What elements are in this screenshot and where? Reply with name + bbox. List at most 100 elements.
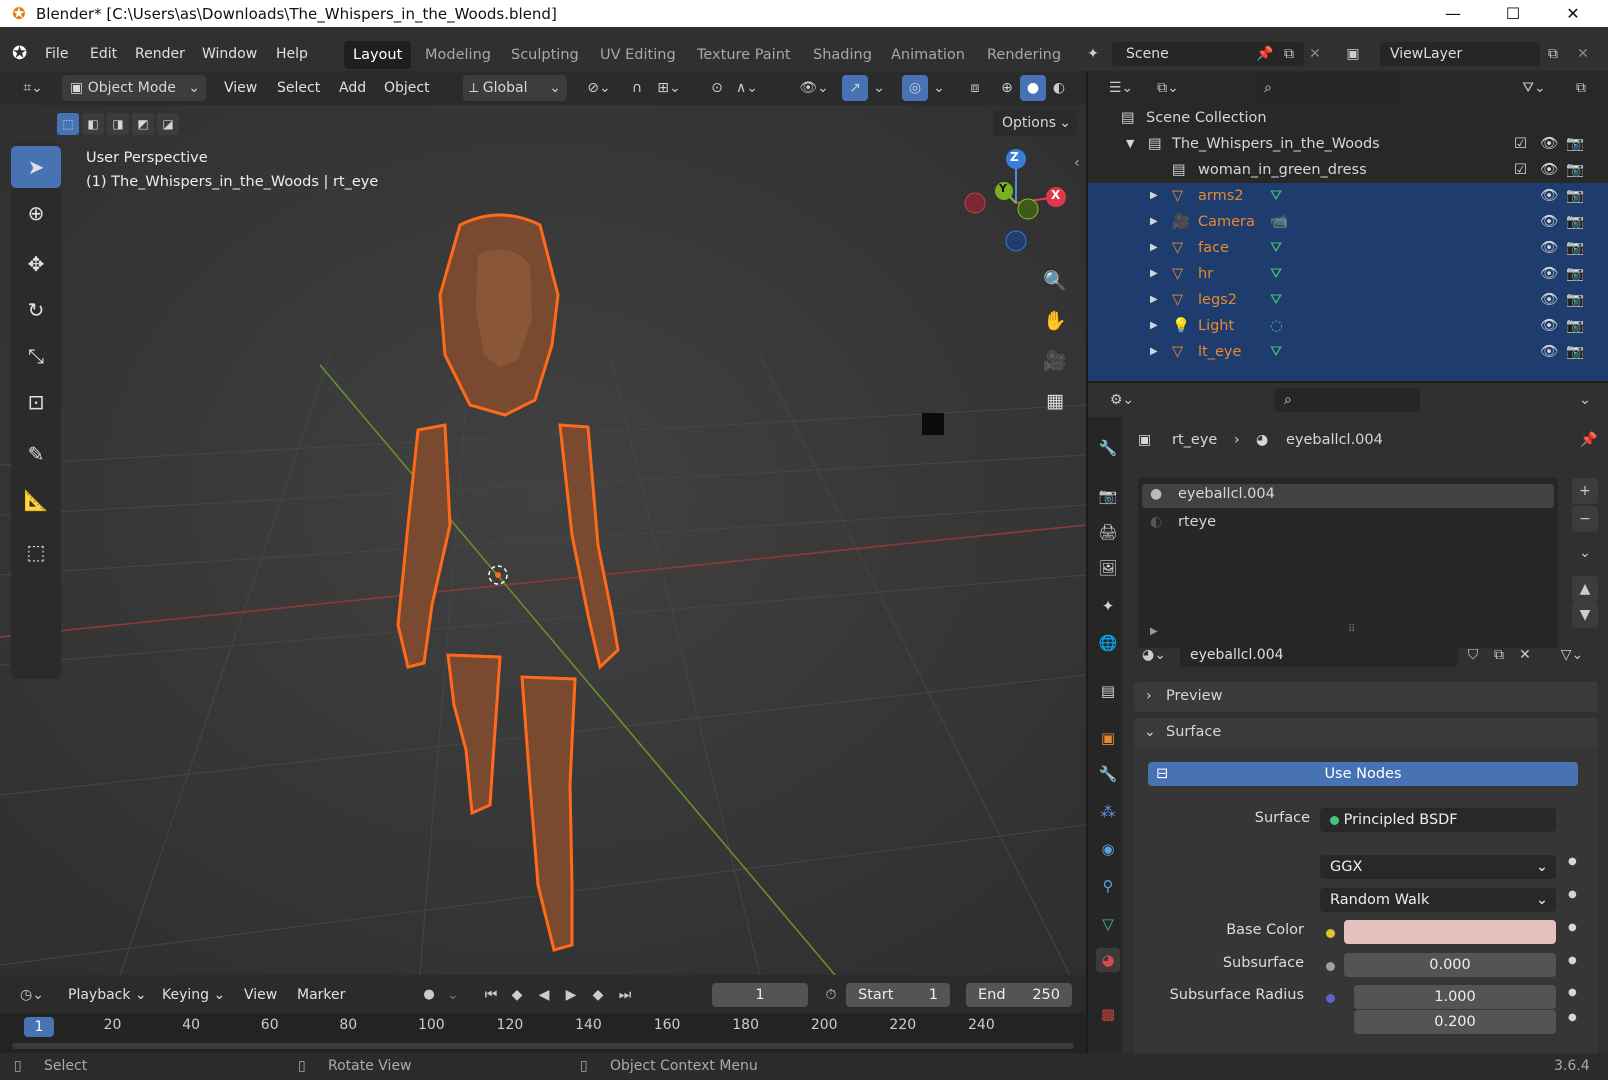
expand-down-icon[interactable]: ▼ — [1126, 131, 1134, 157]
new-collection-icon[interactable]: ⧉ — [1568, 75, 1594, 101]
tab-shading[interactable]: Shading — [804, 41, 881, 69]
close-icon[interactable]: ✕ — [1543, 0, 1603, 27]
overlay-dropdown-icon[interactable]: ⌄ — [926, 75, 952, 101]
eye-icon[interactable]: 👁 — [1540, 235, 1558, 261]
view-layer-icon[interactable]: ▣ — [1340, 41, 1366, 67]
pivot-icon[interactable]: ⊘⌄ — [580, 75, 618, 101]
select-extend-icon[interactable]: ◧ — [82, 113, 104, 135]
properties-search-input[interactable]: ⌕ — [1274, 388, 1420, 412]
sub-collection-row[interactable]: ▤ woman_in_green_dress ☑ 👁 📷 — [1088, 157, 1608, 183]
play-icon[interactable]: ▶ — [558, 982, 584, 1008]
camera-render-icon[interactable]: 📷 — [1566, 235, 1584, 261]
jump-start-icon[interactable]: ⏮ — [478, 982, 504, 1008]
properties-editor-icon[interactable]: ⚙⌄ — [1102, 387, 1142, 413]
outliner-object-row[interactable]: ▶ ▽ arms2 ⛛ 👁 📷 — [1088, 183, 1608, 209]
view-layer-field[interactable]: ViewLayer — [1380, 42, 1540, 66]
material-shading-icon[interactable]: ◐ — [1046, 75, 1072, 101]
keyframe-dot-icon[interactable]: ● — [1568, 889, 1577, 900]
vector-socket-icon[interactable] — [1326, 994, 1335, 1003]
gizmo-toggle-icon[interactable]: ↗ — [842, 75, 868, 101]
expand-right-icon[interactable]: ▶ — [1150, 209, 1158, 235]
view-layer-tab-icon[interactable]: 🖼 — [1096, 556, 1120, 580]
use-nodes-button[interactable]: ⊟ Use Nodes — [1148, 762, 1578, 786]
pin-icon[interactable]: 📌 — [1580, 432, 1597, 448]
material-name-field[interactable]: eyeballcl.004 — [1180, 643, 1458, 667]
solid-shading-icon[interactable]: ● — [1020, 75, 1046, 101]
surface-panel-header[interactable]: ⌄ Surface — [1134, 718, 1598, 748]
snap-target-icon[interactable]: ⊞⌄ — [652, 75, 686, 101]
browse-material-icon[interactable]: ◕⌄ — [1134, 642, 1174, 668]
menu-window[interactable]: Window — [202, 37, 257, 71]
render-tab-icon[interactable]: 📷 — [1096, 484, 1120, 508]
rotate-tool-icon[interactable]: ↻ — [11, 289, 61, 331]
menu-marker[interactable]: Marker — [297, 982, 345, 1008]
tab-uv-editing[interactable]: UV Editing — [591, 41, 685, 69]
object-tab-icon[interactable]: ▣ — [1096, 726, 1120, 750]
keyframe-dot-icon[interactable]: ● — [1568, 1012, 1577, 1023]
scene-icon[interactable]: ✦ — [1080, 41, 1106, 67]
modifier-tab-icon[interactable]: 🔧 — [1096, 762, 1120, 786]
menu-help[interactable]: Help — [276, 37, 308, 71]
pin-icon[interactable]: 📌 — [1252, 41, 1278, 67]
blender-menu-icon[interactable]: ✪ — [12, 37, 27, 71]
menu-file[interactable]: File — [45, 37, 68, 71]
select-new-icon[interactable]: ⬚ — [57, 113, 79, 135]
slot-label-1[interactable]: rteye — [1178, 514, 1216, 530]
transform-tool-icon[interactable]: ⊡ — [11, 381, 61, 423]
scene-collection-row[interactable]: ▤ Scene Collection — [1088, 105, 1608, 131]
resize-handle-icon[interactable]: ⠿ — [1348, 624, 1355, 635]
outliner-object-row[interactable]: ▶ ▽ legs2 ⛛ 👁 📷 — [1088, 287, 1608, 313]
eye-icon[interactable]: 👁 — [1540, 261, 1558, 287]
start-frame-field[interactable]: Start 1 — [846, 983, 950, 1007]
timeline-scrollbar[interactable] — [12, 1043, 1074, 1049]
scale-tool-icon[interactable]: ⤡ — [11, 335, 61, 377]
select-box-tool-icon[interactable]: ➤ — [11, 146, 61, 188]
material-tab-icon[interactable]: ◕ — [1096, 948, 1120, 972]
camera-render-icon[interactable]: 📷 — [1566, 261, 1584, 287]
eye-icon[interactable]: 👁 — [1540, 287, 1558, 313]
object-mode-dropdown[interactable]: ▣ Object Mode ⌄ — [62, 75, 206, 101]
expand-right-icon[interactable]: ▶ — [1150, 261, 1158, 287]
gizmo-x-label[interactable]: X — [1051, 188, 1060, 202]
pan-hand-icon[interactable]: ✋ — [1037, 303, 1073, 339]
particles-tab-icon[interactable]: ⁂ — [1096, 800, 1120, 824]
tab-animation[interactable]: Animation — [882, 41, 974, 69]
camera-render-icon[interactable]: 📷 — [1566, 157, 1584, 183]
current-frame-field[interactable]: 1 — [712, 983, 808, 1007]
subsurface-method-dropdown[interactable]: Random Walk ⌄ — [1320, 888, 1556, 912]
eye-icon[interactable]: 👁 — [1540, 209, 1558, 235]
constraints-tab-icon[interactable]: ⚲ — [1096, 874, 1120, 898]
record-icon[interactable]: ● — [416, 982, 442, 1008]
expand-right-icon[interactable]: ▶ — [1150, 183, 1158, 209]
add-slot-icon[interactable]: + — [1572, 478, 1598, 504]
move-up-icon[interactable]: ▲ — [1572, 576, 1598, 602]
color-socket-icon[interactable] — [1326, 929, 1335, 938]
camera-render-icon[interactable]: 📷 — [1566, 183, 1584, 209]
outliner-object-row[interactable]: ▶ 💡 Light ◌ 👁 📷 — [1088, 313, 1608, 339]
eye-icon[interactable]: 👁 — [1540, 131, 1558, 157]
visibility-icon[interactable]: 👁⌄ — [794, 75, 834, 101]
3d-viewport[interactable]: Z Y X ⬚ ◧ ◨ ◩ ◪ Options ⌄ User Perspecti… — [0, 105, 1086, 975]
eye-icon[interactable]: 👁 — [1540, 157, 1558, 183]
eye-icon[interactable]: 👁 — [1540, 339, 1558, 365]
tool-tab-icon[interactable]: 🔧 — [1096, 436, 1120, 460]
base-color-swatch[interactable] — [1344, 920, 1556, 944]
annotate-tool-icon[interactable]: ✎ — [11, 433, 61, 475]
outliner-object-row[interactable]: ▶ ▽ lt_eye ⛛ 👁 📷 — [1088, 339, 1608, 365]
gizmo-dropdown-icon[interactable]: ⌄ — [866, 75, 892, 101]
new-scene-icon[interactable]: ⧉ — [1276, 41, 1302, 67]
keyframe-dot-icon[interactable]: ● — [1568, 922, 1577, 933]
menu-playback[interactable]: Playback ⌄ — [68, 982, 147, 1008]
xray-icon[interactable]: ⧈ — [962, 75, 988, 101]
tab-modeling[interactable]: Modeling — [416, 41, 500, 69]
tab-rendering[interactable]: Rendering — [978, 41, 1070, 69]
maximize-icon[interactable]: ☐ — [1483, 0, 1543, 27]
output-tab-icon[interactable]: 🖨 — [1096, 520, 1120, 544]
scene-tab-icon[interactable]: ✦ — [1096, 594, 1120, 618]
physics-tab-icon[interactable]: ◉ — [1096, 837, 1120, 861]
expand-right-icon[interactable]: ▶ — [1150, 339, 1158, 365]
menu-timeline-view[interactable]: View — [244, 982, 277, 1008]
minimize-icon[interactable]: — — [1423, 0, 1483, 27]
options-dropdown[interactable]: Options ⌄ — [993, 110, 1077, 136]
camera-render-icon[interactable]: 📷 — [1566, 131, 1584, 157]
